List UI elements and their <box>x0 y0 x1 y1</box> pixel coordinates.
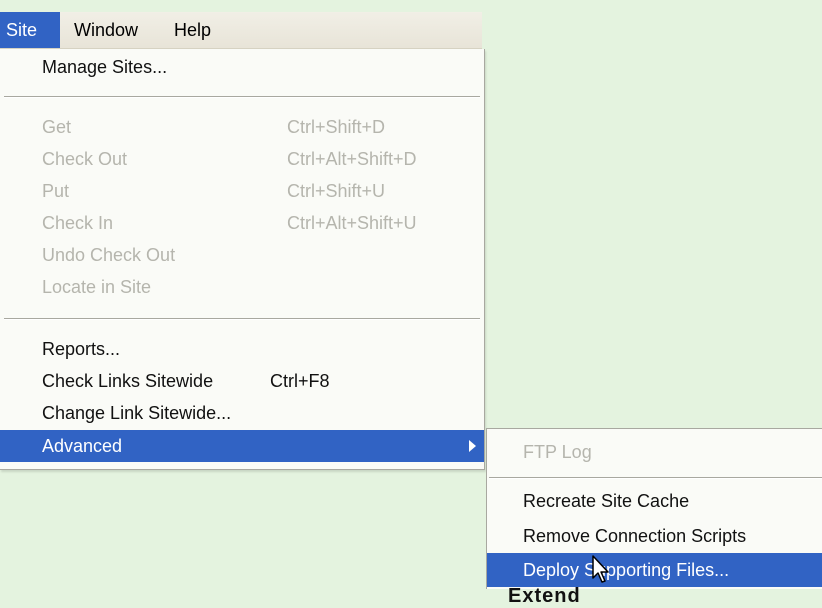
menu-item-check-out: Check Out Ctrl+Alt+Shift+D <box>0 143 484 175</box>
site-dropdown-menu: Manage Sites... Get Ctrl+Shift+D Check O… <box>0 49 485 470</box>
submenu-item-ftp-log: FTP Log <box>487 435 822 469</box>
menu-item-label: Put <box>42 181 70 201</box>
menu-item-shortcut: Ctrl+Alt+Shift+D <box>287 149 417 169</box>
menu-item-reports[interactable]: Reports... <box>0 333 484 365</box>
menu-item-advanced[interactable]: Advanced <box>0 430 484 462</box>
menu-item-shortcut: Ctrl+Alt+Shift+U <box>287 213 417 233</box>
menu-item-label: Check In <box>42 213 114 233</box>
menu-bar: Site Window Help <box>0 12 482 49</box>
submenu-arrow-icon <box>469 440 476 452</box>
menu-item-get: Get Ctrl+Shift+D <box>0 111 484 143</box>
menu-item-label: Change Link Sitewide... <box>42 403 232 423</box>
submenu-item-remove-connection-scripts[interactable]: Remove Connection Scripts <box>487 519 822 553</box>
submenu-item-label: Recreate Site Cache <box>523 491 690 511</box>
menu-separator <box>4 318 480 320</box>
menu-item-label: Check Out <box>42 149 128 169</box>
submenu-item-label: Deploy Supporting Files... <box>523 560 730 580</box>
submenu-item-label: Remove Connection Scripts <box>523 526 747 546</box>
menu-item-manage-sites[interactable]: Manage Sites... <box>0 51 484 83</box>
submenu-item-label: FTP Log <box>523 442 592 462</box>
menu-item-label: Manage Sites... <box>42 57 168 77</box>
menu-item-shortcut: Ctrl+F8 <box>270 371 330 391</box>
menu-site[interactable]: Site <box>0 12 60 48</box>
menu-item-shortcut: Ctrl+Shift+U <box>287 181 386 201</box>
mouse-cursor-icon <box>592 555 609 583</box>
menu-separator <box>4 96 480 98</box>
submenu-item-recreate-site-cache[interactable]: Recreate Site Cache <box>487 484 822 518</box>
menu-separator <box>489 477 822 479</box>
menu-item-label: Undo Check Out <box>42 245 176 265</box>
advanced-submenu: FTP Log Recreate Site Cache Remove Conne… <box>486 428 822 589</box>
menu-window[interactable]: Window <box>74 12 138 48</box>
menu-item-label: Locate in Site <box>42 277 152 297</box>
menu-item-check-links-sitewide[interactable]: Check Links Sitewide Ctrl+F8 <box>0 365 484 397</box>
menu-item-locate-in-site: Locate in Site <box>0 271 484 303</box>
menu-item-shortcut: Ctrl+Shift+D <box>287 117 386 137</box>
menu-item-put: Put Ctrl+Shift+U <box>0 175 484 207</box>
menu-item-change-link-sitewide[interactable]: Change Link Sitewide... <box>0 397 484 429</box>
menu-item-check-in: Check In Ctrl+Alt+Shift+U <box>0 207 484 239</box>
menu-item-label: Get <box>42 117 72 137</box>
menu-item-label: Advanced <box>42 436 123 456</box>
menu-help[interactable]: Help <box>174 12 211 48</box>
menu-item-label: Reports... <box>42 339 121 359</box>
menu-item-label: Check Links Sitewide <box>42 371 214 391</box>
background-text: Extend <box>508 585 581 607</box>
menu-item-undo-check-out: Undo Check Out <box>0 239 484 271</box>
submenu-item-deploy-supporting-files[interactable]: Deploy Supporting Files... <box>487 553 822 587</box>
